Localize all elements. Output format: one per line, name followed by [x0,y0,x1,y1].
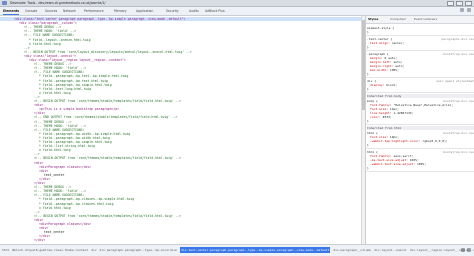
css-property-name[interactable]: max-width [370,68,386,72]
devtools-tabbar: Elements Console Sources Network Performance… [0,7,474,16]
minimize-icon[interactable] [447,1,454,6]
css-source-link[interactable]: bootstrap.min.css [443,150,474,154]
tab-performance[interactable]: Performance [84,8,104,14]
close-icon[interactable] [465,1,472,6]
rule-divider [366,77,474,78]
dom-node-line[interactable]: x field.html.twig [39,91,71,95]
tab-audits[interactable]: Audits [189,8,199,14]
breadcrumb-item[interactable]: #block-drupal8-gumtree-clean-theme-conte… [12,247,88,253]
css-rule-close: } [367,30,369,34]
rule-divider [366,92,474,93]
css-declaration[interactable]: display: block; [370,83,397,87]
devtools-logo-icon [2,1,7,5]
styles-tab-computed[interactable]: Computed [390,17,406,21]
css-rule-close: } [367,87,369,91]
css-source-link[interactable]: bootstrap.min.css [443,131,474,135]
breadcrumb-item[interactable]: html [2,247,9,253]
css-property-value[interactable]: block; [386,83,397,87]
css-declaration[interactable]: -webkit-text-size-adjust: 100%; [370,162,426,166]
inherited-header[interactable]: Inherited from body [367,94,474,98]
styles-pane: Styles Computed Event Listeners element.st… [365,16,474,244]
window-title: Devmode: Tools - dev-team-dl.gumtreetool… [10,1,106,5]
css-property-value[interactable]: 100%; [417,162,426,166]
styles-tab-event-listeners[interactable]: Event Listeners [414,17,437,21]
css-property-name[interactable]: color [370,115,379,119]
tab-memory[interactable]: Memory [114,8,127,14]
tab-application[interactable]: Application [136,8,153,14]
css-declaration[interactable]: max-width: 100%; [370,68,399,72]
css-property-value[interactable]: #333; [383,115,392,119]
css-property-value[interactable]: center; [392,41,405,45]
css-source-link[interactable]: paragraphs.min.css [441,37,474,41]
css-rule-close: } [367,166,369,170]
dom-node-line[interactable]: </div> [34,238,45,242]
breadcrumb-item[interactable]: div.text-center.paragraph.paragraph--typ… [180,247,331,253]
breadcrumb-item[interactable]: div.layout--onecol [374,247,407,253]
tab-console[interactable]: Console [25,8,37,14]
css-declaration[interactable]: -webkit-tap-highlight-color: rgba(0,0,0,… [370,139,448,143]
tab-sources[interactable]: Sources [45,8,57,14]
tab-network[interactable]: Network [63,8,76,14]
css-property-name[interactable]: -webkit-tap-highlight-color [370,139,419,143]
dom-node-line[interactable]: x field.html.twig [39,206,71,210]
rule-divider [366,171,474,172]
tab-elements[interactable]: Elements [3,8,20,15]
rule-divider [366,124,474,125]
dom-node-line[interactable]: <p>This is a simple bootstrap paragraph<… [39,107,119,111]
css-source-link[interactable]: bootstrap.min.css [443,52,474,56]
css-property-value[interactable]: rgba(0,0,0,0); [422,139,447,143]
dom-node-line[interactable]: x field.html.twig [39,148,71,152]
css-selector[interactable]: element.style { [367,26,394,30]
css-property-name[interactable]: text-align [370,41,388,45]
rule-divider [366,148,474,149]
tab-security[interactable]: Security [166,8,179,14]
tab-adblock-plus[interactable]: AdBlock Plus [205,8,225,14]
breadcrumb-item[interactable]: div.layout__region.layout__region--conte… [410,247,474,253]
styles-tab-styles[interactable]: Styles [368,17,378,21]
breadcrumb-item[interactable]: div.paragraph__column [333,247,371,253]
css-rule-close: } [367,72,369,76]
breadcrumb-item[interactable]: div [91,247,96,253]
css-property-name[interactable]: display [370,83,383,87]
breadcrumb-item[interactable]: div.paragraph.paragraph--type--bp-accord… [100,247,178,253]
breadcrumb-bar: html #block-drupal8-gumtree-clean-theme-c… [0,244,474,256]
css-property-value[interactable]: 1.42857143; [394,111,414,115]
elements-tree: <div class="text-center paragraph paragr… [0,16,361,244]
dom-node-line[interactable]: <!-- BEGIN OUTPUT from 'core/themes/stab… [34,156,181,160]
css-property-name[interactable]: -webkit-text-size-adjust [370,162,413,166]
css-rule-close: } [367,119,369,123]
css-property-value[interactable]: 100%; [390,68,399,72]
styles-tabbar: Styles Computed Event Listeners [366,16,474,24]
css-rule-close: } [367,45,369,49]
css-declaration[interactable]: color: #333; [370,115,392,119]
css-rule-close: } [367,143,369,147]
window-controls [447,1,472,6]
maximize-icon[interactable] [456,1,463,6]
dock-icon[interactable] [460,8,464,12]
rule-divider [366,35,474,36]
css-property-value[interactable]: "Helvetica Neue",Helvetica,Arial; [394,103,454,107]
css-source-link[interactable]: user agent stylesheet [436,79,474,83]
dom-node-line[interactable]: <!-- BEGIN OUTPUT from 'core/themes/stab… [34,99,181,103]
css-declaration[interactable]: text-align: center; [370,41,404,45]
window-titlebar: Devmode: Tools - dev-team-dl.gumtreetool… [0,0,474,7]
inherited-header[interactable]: Inherited from html [367,126,474,130]
more-icon[interactable] [467,8,471,12]
dom-node-line[interactable]: <!-- BEGIN OUTPUT from 'core/themes/stab… [34,214,181,218]
devtools-toolbar-icons [460,8,471,12]
dom-node-line[interactable]: x field.html.twig [29,42,61,46]
rule-divider [366,50,474,51]
